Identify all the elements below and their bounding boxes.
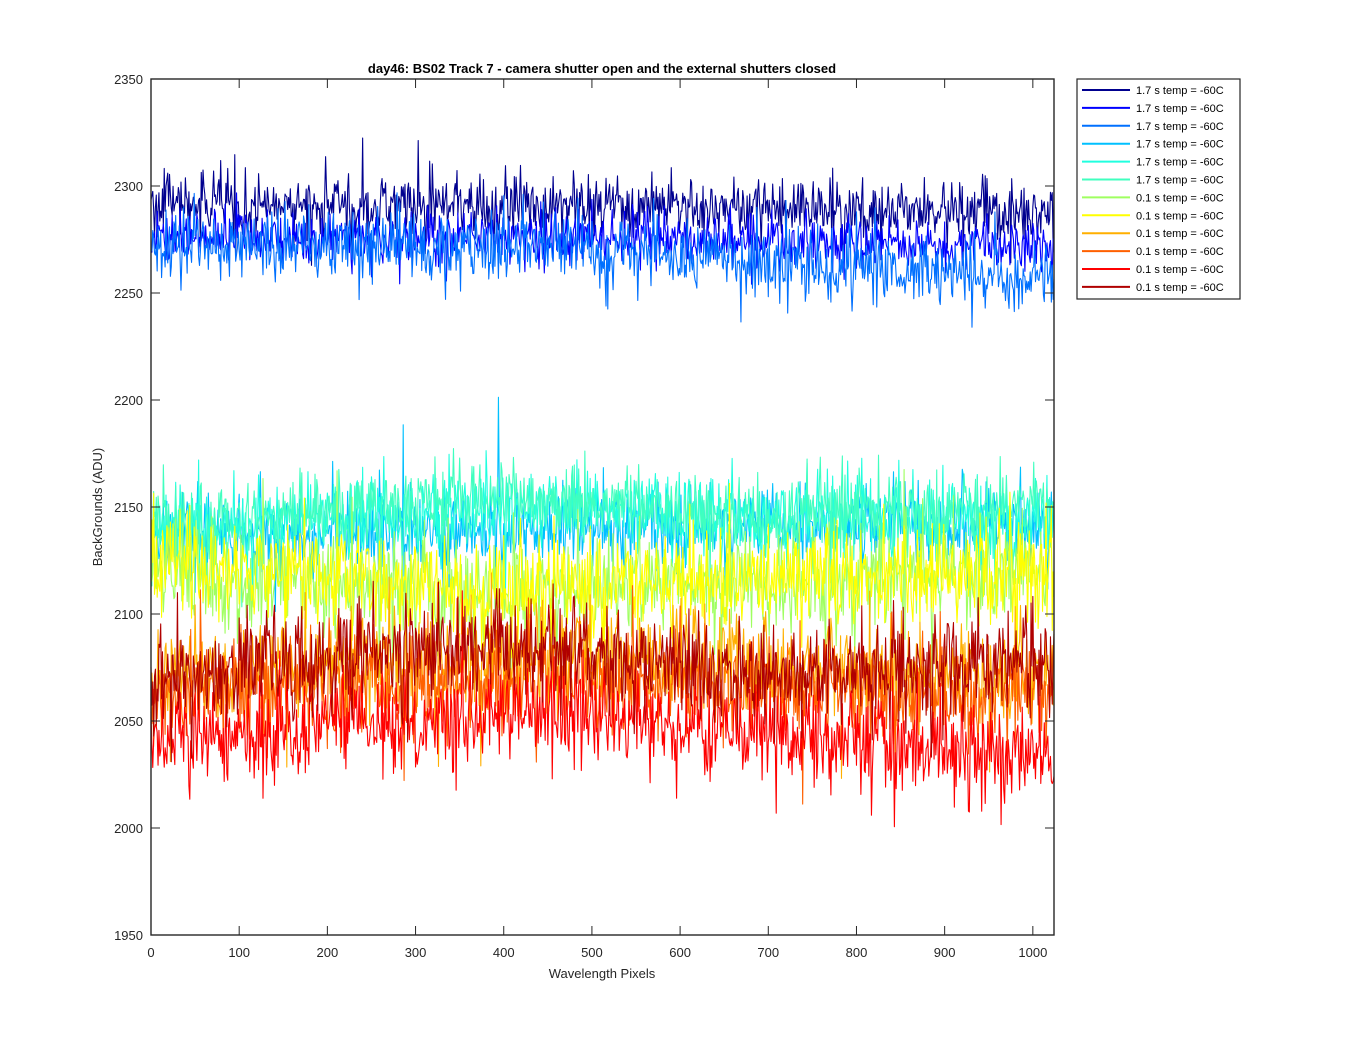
x-tick-label: 400: [493, 945, 515, 960]
x-tick-label: 500: [581, 945, 603, 960]
legend-label-11: 0.1 s temp = -60C: [1136, 264, 1224, 276]
y-tick-label: 2150: [114, 500, 143, 515]
x-tick-label: 200: [317, 945, 339, 960]
y-tick-label: 2300: [114, 179, 143, 194]
legend-label-4: 1.7 s temp = -60C: [1136, 139, 1224, 151]
y-tick-label: 2200: [114, 393, 143, 408]
y-tick-label: 2350: [114, 72, 143, 87]
plot-lines: [150, 137, 1055, 828]
x-tick-label: 0: [147, 945, 154, 960]
legend-label-7: 0.1 s temp = -60C: [1136, 192, 1224, 204]
y-tick-label: 2000: [114, 821, 143, 836]
y-tick-label: 2250: [114, 286, 143, 301]
legend: 1.7 s temp = -60C 1.7 s temp = -60C 1.7 s …: [1076, 78, 1241, 300]
chart-figure: day46: BS02 Track 7 - camera shutter ope…: [90, 61, 1241, 981]
y-axis-label: BackGrounds (ADU): [90, 448, 105, 566]
chart-title: day46: BS02 Track 7 - camera shutter ope…: [368, 61, 836, 76]
x-tick-label: 1000: [1018, 945, 1047, 960]
legend-label-9: 0.1 s temp = -60C: [1136, 228, 1224, 240]
legend-label-6: 1.7 s temp = -60C: [1136, 175, 1224, 187]
y-tick-label: 2100: [114, 607, 143, 622]
legend-label-8: 0.1 s temp = -60C: [1136, 210, 1224, 222]
legend-label-10: 0.1 s temp = -60C: [1136, 246, 1224, 258]
x-tick-label: 100: [228, 945, 250, 960]
x-tick-label: 600: [669, 945, 691, 960]
legend-label-5: 1.7 s temp = -60C: [1136, 157, 1224, 169]
x-tick-label: 900: [934, 945, 956, 960]
legend-label-1: 1.7 s temp = -60C: [1136, 85, 1224, 97]
x-axis-label: Wavelength Pixels: [549, 966, 656, 981]
y-tick-label: 2050: [114, 714, 143, 729]
x-tick-label: 800: [846, 945, 868, 960]
legend-label-12: 0.1 s temp = -60C: [1136, 282, 1224, 294]
legend-label-2: 1.7 s temp = -60C: [1136, 103, 1224, 115]
x-tick-label: 300: [405, 945, 427, 960]
legend-label-3: 1.7 s temp = -60C: [1136, 121, 1224, 133]
y-tick-label: 1950: [114, 928, 143, 943]
x-tick-label: 700: [757, 945, 779, 960]
